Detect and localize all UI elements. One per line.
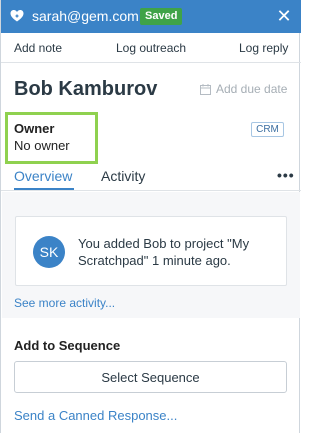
extension-panel: sarah@gem.com Saved ✕ Add note Log outre…: [0, 0, 301, 433]
action-bar: Add note Log outreach Log reply: [1, 33, 301, 63]
avatar: SK: [33, 236, 65, 268]
activity-card: SK You added Bob to project "My Scratchp…: [15, 216, 287, 286]
activity-message: You added Bob to project "My Scratchpad"…: [78, 236, 250, 268]
tab-bar: Overview Activity •••: [1, 163, 301, 191]
active-tab-indicator: [14, 188, 74, 190]
owner-value[interactable]: No owner: [14, 138, 70, 153]
calendar-icon: [200, 83, 211, 95]
saved-status-badge: Saved: [140, 8, 183, 25]
more-options-icon[interactable]: •••: [277, 167, 295, 183]
add-to-sequence-heading: Add to Sequence: [14, 338, 121, 353]
log-reply-link[interactable]: Log reply: [239, 41, 288, 55]
tab-overview[interactable]: Overview: [14, 168, 72, 184]
due-date-label: Add due date: [216, 82, 288, 96]
see-more-activity-link[interactable]: See more activity...: [14, 296, 115, 310]
add-note-link[interactable]: Add note: [14, 41, 62, 55]
tab-activity[interactable]: Activity: [101, 168, 145, 184]
owner-label: Owner: [14, 121, 55, 136]
candidate-name: Bob Kamburov: [14, 78, 158, 100]
canned-response-link[interactable]: Send a Canned Response...: [14, 408, 177, 423]
crm-badge: CRM: [251, 122, 284, 137]
top-bar: sarah@gem.com Saved ✕: [1, 0, 301, 33]
heart-icon: [10, 10, 24, 22]
user-email: sarah@gem.com: [32, 8, 139, 24]
close-icon[interactable]: ✕: [269, 3, 299, 30]
add-due-date-button[interactable]: Add due date: [200, 82, 287, 96]
log-outreach-link[interactable]: Log outreach: [116, 41, 186, 55]
select-sequence-button[interactable]: Select Sequence: [14, 361, 287, 393]
